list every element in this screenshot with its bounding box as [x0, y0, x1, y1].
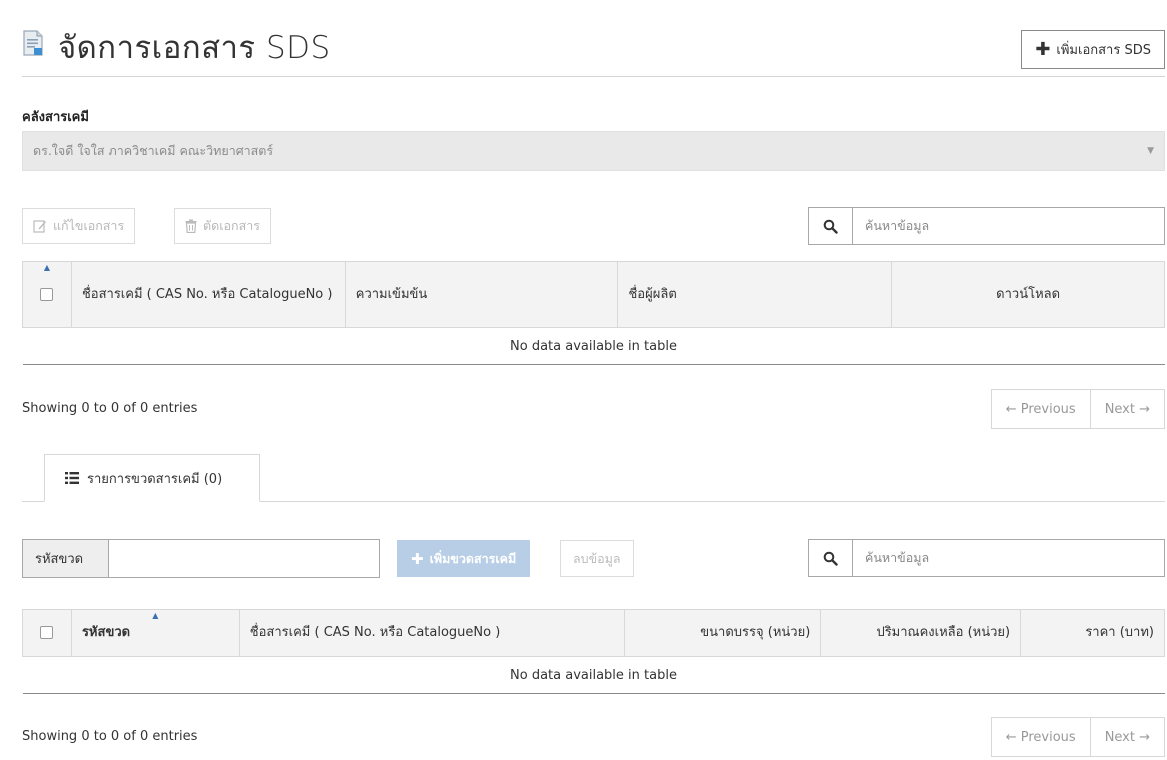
caret-down-icon: ▼	[1147, 146, 1154, 156]
add-sds-label: เพิ่มเอกสาร SDS	[1056, 43, 1151, 58]
next-page-button[interactable]: Next →	[1089, 718, 1164, 756]
column-header-concentration[interactable]: ความเข้มข้น	[344, 261, 619, 328]
column-header-bottle-code-label: รหัสขวด	[81, 625, 131, 640]
column-header-remaining[interactable]: ปริมาณคงเหลือ (หน่วย)	[820, 609, 1022, 657]
docs-search-group: ค้นหาข้อมูล	[808, 207, 1165, 245]
empty-row: No data available in table	[22, 656, 1165, 694]
column-header-manufacturer[interactable]: ชื่อผู้ผลิต	[617, 261, 893, 328]
select-all-checkbox[interactable]	[40, 287, 54, 301]
edit-document-button[interactable]: แก้ไขเอกสาร	[22, 208, 136, 244]
next-page-button[interactable]: Next →	[1089, 390, 1164, 428]
edit-icon	[33, 220, 46, 233]
column-header-chemical-name[interactable]: ชื่อสารเคมี ( CAS No. หรือ CatalogueNo )	[70, 261, 346, 328]
delete-document-button[interactable]: ตัดเอกสาร	[174, 208, 271, 244]
select-all-checkbox[interactable]	[40, 626, 54, 639]
bottles-pagination: ← Previous Next →	[990, 717, 1165, 757]
bottle-code-group: รหัสขวด	[22, 539, 380, 578]
previous-page-button[interactable]: ← Previous	[992, 718, 1090, 756]
plus-icon: ✚	[411, 549, 424, 568]
store-label: คลังสารเคมี	[22, 110, 89, 125]
bottle-code-input[interactable]	[109, 540, 379, 577]
previous-page-button[interactable]: ← Previous	[992, 390, 1090, 428]
add-bottle-button[interactable]: ✚ เพิ่มขวดสารเคมี	[397, 540, 531, 577]
docs-pagination: ← Previous Next →	[990, 389, 1165, 429]
column-header-bottle-code[interactable]: ▲ รหัสขวด	[70, 609, 240, 657]
search-icon	[823, 551, 838, 566]
store-select[interactable]: ดร.ใจดี ใจใส ภาควิชาเคมี คณะวิทยาศาสตร์ …	[22, 131, 1165, 171]
search-icon	[823, 219, 838, 234]
store-select-value: ดร.ใจดี ใจใส ภาควิชาเคมี คณะวิทยาศาสตร์	[33, 143, 274, 158]
delete-bottle-button[interactable]: ลบข้อมูล	[560, 540, 634, 577]
docs-search-button[interactable]	[809, 208, 853, 244]
tab-bottle-list-label: รายการขวดสารเคมี (0)	[87, 471, 223, 487]
select-all-header	[22, 609, 72, 657]
add-sds-button[interactable]: ✚ เพิ่มเอกสาร SDS	[1021, 30, 1165, 69]
add-bottle-label: เพิ่มขวดสารเคมี	[429, 550, 517, 566]
plus-icon: ✚	[1035, 38, 1051, 60]
column-header-package-size[interactable]: ขนาดบรรจุ (หน่วย)	[624, 609, 822, 657]
list-icon	[65, 472, 79, 484]
bottles-search-group: ค้นหาข้อมูล	[808, 539, 1165, 577]
select-all-header: ▲	[22, 261, 72, 328]
bottles-search-input[interactable]: ค้นหาข้อมูล	[853, 540, 1164, 576]
docs-table: ▲ ชื่อสารเคมี ( CAS No. หรือ CatalogueNo…	[22, 261, 1165, 365]
bottles-search-button[interactable]	[809, 540, 853, 576]
column-header-download[interactable]: ดาวน์โหลด	[891, 261, 1165, 328]
column-header-price[interactable]: ราคา (บาท)	[1020, 609, 1165, 657]
sort-asc-icon: ▲	[152, 611, 159, 620]
docs-table-info: Showing 0 to 0 of 0 entries	[22, 401, 198, 416]
column-header-chemical-name[interactable]: ชื่อสารเคมี ( CAS No. หรือ CatalogueNo )	[238, 609, 626, 657]
sort-asc-icon: ▲	[43, 263, 51, 272]
page-title: จัดการเอกสาร SDS	[58, 30, 331, 66]
bottles-table: ▲ รหัสขวด ชื่อสารเคมี ( CAS No. หรือ Cat…	[22, 609, 1165, 694]
docs-search-input[interactable]: ค้นหาข้อมูล	[853, 208, 1164, 244]
edit-document-label: แก้ไขเอกสาร	[53, 218, 125, 233]
tab-bottle-list[interactable]: รายการขวดสารเคมี (0)	[44, 454, 260, 502]
page-header: จัดการเอกสาร SDS ✚ เพิ่มเอกสาร SDS	[22, 10, 1165, 77]
empty-row: No data available in table	[22, 327, 1165, 365]
trash-icon	[185, 219, 197, 233]
bottle-code-label: รหัสขวด	[23, 540, 109, 577]
document-icon	[23, 30, 43, 56]
delete-document-label: ตัดเอกสาร	[203, 218, 260, 233]
bottles-table-info: Showing 0 to 0 of 0 entries	[22, 729, 198, 744]
